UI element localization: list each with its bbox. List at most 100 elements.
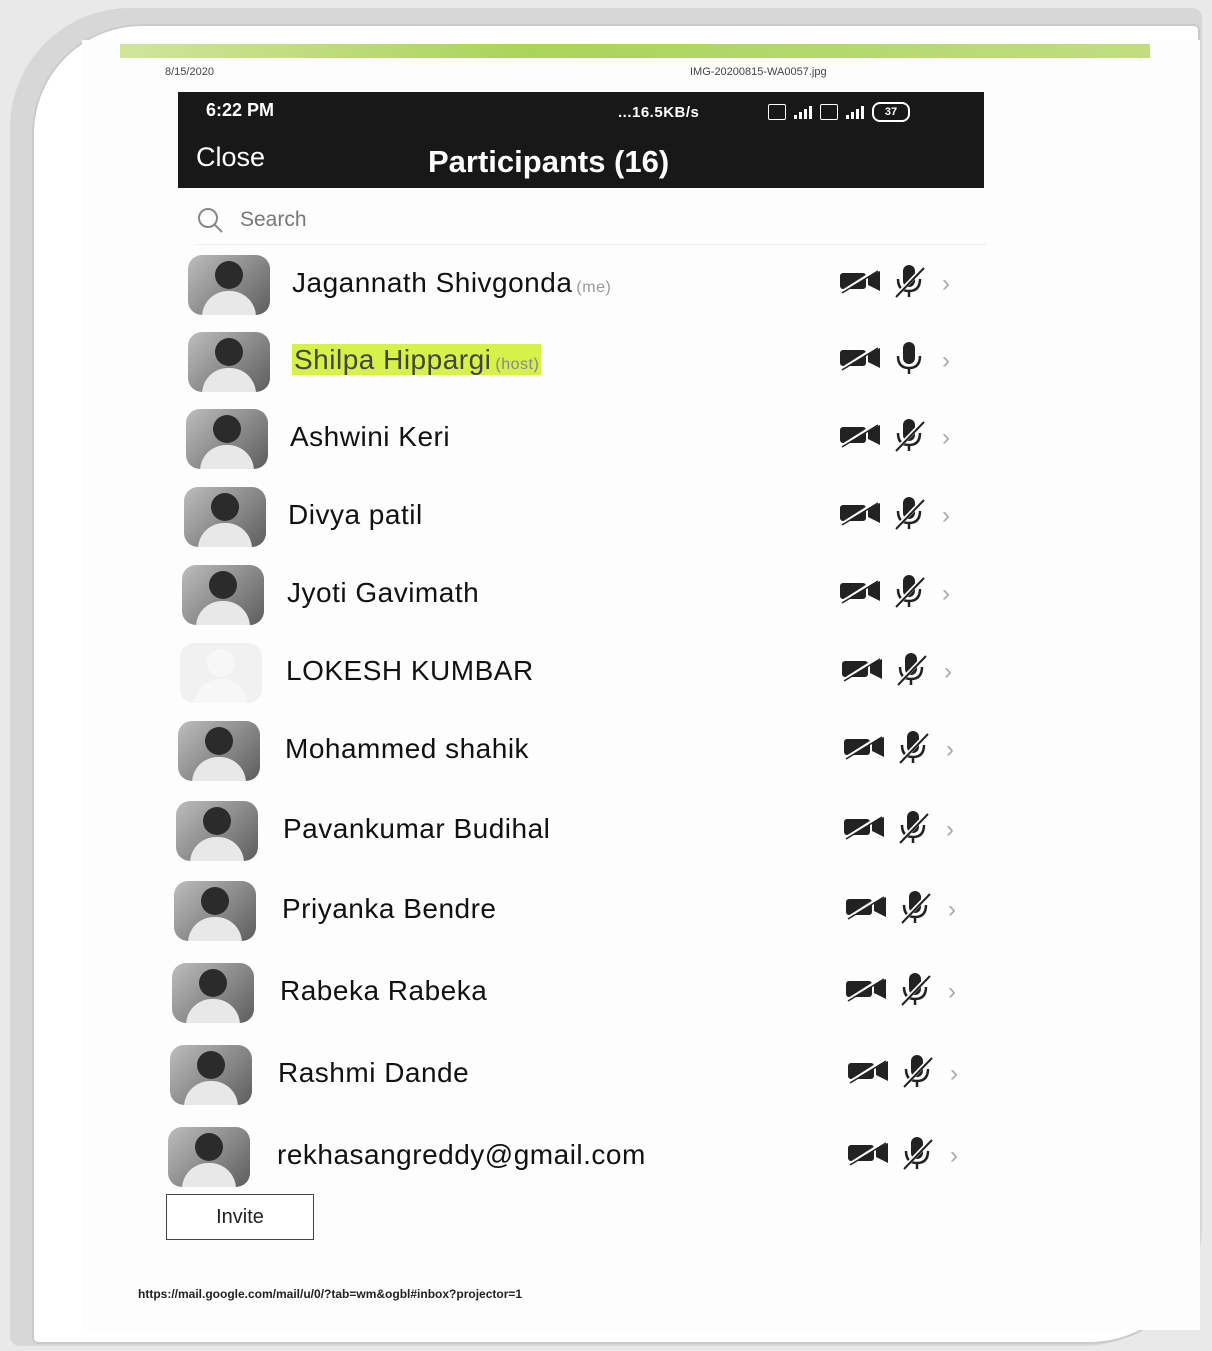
chevron-right-icon[interactable]: ›	[950, 1142, 958, 1170]
video-off-icon	[838, 577, 882, 610]
video-off-icon	[844, 975, 888, 1008]
invite-button[interactable]: Invite	[166, 1194, 314, 1240]
participant-tag: (me)	[576, 279, 612, 296]
chevron-right-icon[interactable]: ›	[948, 896, 956, 924]
avatar	[188, 332, 270, 392]
participant-row[interactable]: Mohammed shahik ›	[178, 721, 978, 783]
mic-muted-icon	[892, 417, 926, 458]
participant-name: Jyoti Gavimath	[287, 577, 479, 609]
participant-controls: ›	[838, 417, 950, 458]
participant-controls: ›	[846, 1053, 958, 1094]
participant-name-text: Jyoti Gavimath	[287, 577, 480, 608]
avatar	[172, 963, 254, 1023]
participant-name-text: LOKESH KUMBAR	[286, 655, 534, 686]
participant-row[interactable]: Jagannath Shivgonda (me) ›	[188, 255, 988, 317]
sim-icon	[768, 104, 786, 120]
video-off-icon	[842, 733, 886, 766]
participant-name: Rashmi Dande	[278, 1057, 469, 1089]
avatar	[188, 255, 270, 315]
status-time: 6:22 PM	[206, 100, 275, 120]
video-off-icon	[844, 893, 888, 926]
participant-name: Divya patil	[288, 499, 423, 531]
participant-controls: ›	[844, 971, 956, 1012]
chevron-right-icon[interactable]: ›	[942, 424, 950, 452]
participant-name-text: Divya patil	[288, 499, 423, 530]
participant-row[interactable]: Ashwini Keri ›	[186, 409, 986, 471]
network-speed: ...16.5KB/s	[618, 104, 700, 121]
participant-name: Jagannath Shivgonda (me)	[292, 267, 611, 299]
chevron-right-icon[interactable]: ›	[948, 978, 956, 1006]
participant-name-text: Rashmi Dande	[278, 1057, 470, 1088]
search-icon	[198, 208, 223, 233]
participant-row[interactable]: Divya patil ›	[184, 487, 984, 549]
signal-icon	[794, 105, 812, 119]
chevron-right-icon[interactable]: ›	[946, 816, 954, 844]
avatar	[174, 881, 256, 941]
avatar	[168, 1127, 250, 1187]
search-input[interactable]	[238, 207, 642, 233]
chevron-right-icon[interactable]: ›	[942, 347, 950, 375]
close-button[interactable]: Close	[196, 142, 265, 173]
mic-muted-icon	[900, 1053, 934, 1094]
video-off-icon	[840, 655, 884, 688]
avatar	[170, 1045, 252, 1105]
participant-name: Shilpa Hippargi (host)	[292, 344, 542, 376]
participant-controls: ›	[842, 809, 954, 850]
avatar	[186, 409, 268, 469]
participant-controls: ›	[842, 729, 954, 770]
mic-muted-icon	[892, 495, 926, 536]
print-date: 8/15/2020	[165, 66, 214, 78]
chevron-right-icon[interactable]: ›	[946, 736, 954, 764]
participant-controls: ›	[844, 889, 956, 930]
status-icons: 37	[768, 102, 910, 122]
mic-muted-icon	[892, 263, 926, 304]
highlight-strip	[120, 44, 1150, 58]
mic-muted-icon	[892, 573, 926, 614]
mic-muted-icon	[896, 809, 930, 850]
video-off-icon	[846, 1139, 890, 1172]
video-off-icon	[838, 344, 882, 377]
participant-name-text: Priyanka Bendre	[282, 893, 497, 924]
video-off-icon	[842, 813, 886, 846]
chevron-right-icon[interactable]: ›	[942, 580, 950, 608]
participant-row[interactable]: Jyoti Gavimath ›	[182, 565, 982, 627]
avatar	[178, 721, 260, 781]
participant-row[interactable]: Shilpa Hippargi (host) ›	[188, 332, 988, 394]
participant-controls: ›	[840, 651, 952, 692]
participant-name: rekhasangreddy@gmail.com	[277, 1139, 646, 1171]
participant-controls: ›	[838, 340, 950, 381]
avatar	[180, 643, 262, 703]
participant-controls: ›	[846, 1135, 958, 1176]
video-off-icon	[838, 421, 882, 454]
avatar	[184, 487, 266, 547]
chevron-right-icon[interactable]: ›	[942, 270, 950, 298]
search-bar[interactable]	[196, 200, 976, 240]
participant-row[interactable]: rekhasangreddy@gmail.com ›	[168, 1127, 968, 1189]
print-filename: IMG-20200815-WA0057.jpg	[690, 66, 827, 78]
mic-muted-icon	[900, 1135, 934, 1176]
chevron-right-icon[interactable]: ›	[942, 502, 950, 530]
mic-muted-icon	[896, 729, 930, 770]
participant-name: LOKESH KUMBAR	[286, 655, 534, 687]
mic-icon	[892, 340, 926, 381]
participant-row[interactable]: Rabeka Rabeka ›	[172, 963, 972, 1025]
participant-name: Ashwini Keri	[290, 421, 450, 453]
video-off-icon	[846, 1057, 890, 1090]
signal-icon	[846, 105, 864, 119]
participant-name: Priyanka Bendre	[282, 893, 497, 925]
avatar	[176, 801, 258, 861]
divider	[196, 244, 986, 245]
participant-row[interactable]: Priyanka Bendre ›	[174, 881, 974, 943]
participant-row[interactable]: Pavankumar Budihal ›	[176, 801, 976, 863]
top-bar: 6:22 PM ...16.5KB/s 37 Close Participant…	[178, 92, 984, 188]
participant-controls: ›	[838, 573, 950, 614]
avatar	[182, 565, 264, 625]
participant-row[interactable]: Rashmi Dande ›	[170, 1045, 970, 1107]
chevron-right-icon[interactable]: ›	[950, 1060, 958, 1088]
chevron-right-icon[interactable]: ›	[944, 658, 952, 686]
video-off-icon	[838, 267, 882, 300]
participant-name: Rabeka Rabeka	[280, 975, 487, 1007]
participant-name-text: Rabeka Rabeka	[280, 975, 488, 1006]
participant-name: Pavankumar Budihal	[283, 813, 550, 845]
participant-row[interactable]: LOKESH KUMBAR ›	[180, 643, 980, 705]
